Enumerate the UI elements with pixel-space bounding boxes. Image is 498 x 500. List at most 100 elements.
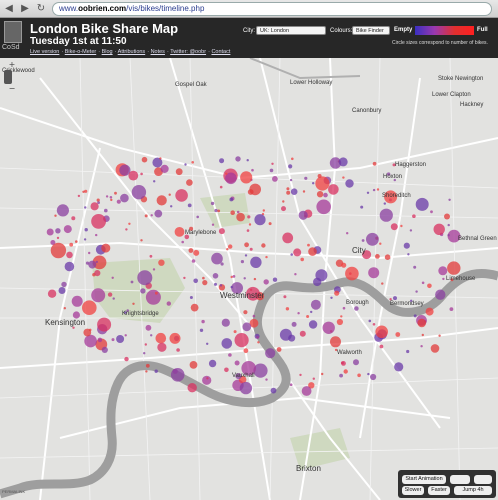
bike-station-marker[interactable] [412, 214, 416, 218]
bike-station-marker[interactable] [224, 367, 229, 373]
bike-station-marker[interactable] [342, 306, 346, 310]
bike-station-marker[interactable] [341, 361, 346, 366]
bike-station-marker[interactable] [84, 206, 87, 209]
bike-station-marker[interactable] [116, 199, 121, 204]
bike-station-marker[interactable] [330, 296, 333, 299]
bike-station-marker[interactable] [243, 310, 248, 315]
bike-station-marker[interactable] [155, 291, 158, 295]
bike-station-marker[interactable] [281, 206, 286, 212]
bike-station-marker[interactable] [54, 214, 57, 217]
bike-station-marker[interactable] [188, 248, 194, 253]
bike-station-marker[interactable] [334, 290, 340, 296]
bike-station-marker[interactable] [366, 232, 379, 246]
bike-station-marker[interactable] [288, 164, 293, 169]
bike-station-marker[interactable] [152, 268, 156, 271]
bike-station-marker[interactable] [307, 243, 310, 247]
bike-station-marker[interactable] [240, 260, 244, 264]
bike-station-marker[interactable] [435, 289, 446, 300]
bike-station-marker[interactable] [193, 278, 198, 284]
bike-station-marker[interactable] [361, 239, 365, 242]
bike-station-marker[interactable] [330, 336, 341, 348]
bike-station-marker[interactable] [85, 261, 90, 265]
bike-station-marker[interactable] [256, 335, 259, 339]
bike-station-marker[interactable] [263, 279, 269, 285]
bike-station-marker[interactable] [128, 170, 139, 181]
bike-station-marker[interactable] [379, 344, 384, 349]
bike-station-marker[interactable] [132, 302, 135, 305]
map-canvas[interactable]: Cricklewood Gospel Oak Lower Holloway St… [0, 18, 498, 500]
bike-station-marker[interactable] [286, 190, 291, 195]
reload-icon[interactable]: ↻ [34, 2, 48, 16]
bike-station-marker[interactable] [375, 325, 389, 339]
bike-station-marker[interactable] [413, 265, 417, 269]
bike-station-marker[interactable] [236, 210, 240, 214]
bike-station-marker[interactable] [244, 242, 250, 248]
bike-station-marker[interactable] [71, 295, 83, 307]
bike-station-marker[interactable] [56, 204, 69, 217]
bike-station-marker[interactable] [340, 315, 343, 318]
bike-station-marker[interactable] [191, 259, 196, 263]
bike-station-marker[interactable] [430, 344, 440, 353]
bike-station-marker[interactable] [244, 254, 248, 257]
bike-station-marker[interactable] [211, 252, 223, 265]
bike-station-marker[interactable] [175, 189, 188, 202]
bike-station-marker[interactable] [289, 383, 293, 387]
bike-station-marker[interactable] [447, 234, 450, 237]
bike-station-marker[interactable] [58, 287, 66, 294]
bike-station-marker[interactable] [46, 228, 54, 236]
bike-station-marker[interactable] [353, 359, 359, 366]
bike-station-marker[interactable] [83, 328, 92, 337]
zoom-slider-handle[interactable] [4, 70, 12, 84]
link-twitter[interactable]: Twitter: @oobr [170, 49, 206, 55]
bike-station-marker[interactable] [420, 345, 423, 348]
bike-station-marker[interactable] [368, 319, 372, 323]
bike-station-marker[interactable] [243, 348, 249, 354]
bike-station-marker[interactable] [104, 208, 108, 213]
bike-station-marker[interactable] [323, 192, 328, 198]
bike-station-marker[interactable] [141, 156, 148, 163]
bike-station-marker[interactable] [430, 210, 433, 214]
bike-station-marker[interactable] [300, 257, 305, 262]
bike-station-marker[interactable] [285, 307, 290, 311]
bike-station-marker[interactable] [107, 292, 113, 297]
bike-station-marker[interactable] [189, 361, 198, 369]
bike-station-marker[interactable] [202, 375, 212, 385]
bike-station-marker[interactable] [221, 338, 233, 349]
bike-station-marker[interactable] [406, 349, 410, 354]
bike-station-marker[interactable] [190, 303, 199, 312]
bike-station-marker[interactable] [95, 260, 99, 264]
bike-station-marker[interactable] [94, 270, 101, 277]
url-bar[interactable]: www.oobrien.com/vis/bikes/timeline.php [52, 2, 492, 16]
bike-station-marker[interactable] [394, 362, 404, 372]
bike-station-marker[interactable] [219, 284, 223, 287]
bike-station-marker[interactable] [286, 187, 290, 191]
bike-station-marker[interactable] [75, 240, 78, 243]
bike-station-marker[interactable] [262, 209, 265, 212]
bike-station-marker[interactable] [321, 372, 324, 376]
bike-station-marker[interactable] [184, 163, 187, 166]
bike-station-marker[interactable] [214, 208, 218, 213]
bike-station-marker[interactable] [169, 332, 181, 344]
bike-station-marker[interactable] [249, 247, 253, 251]
bike-station-marker[interactable] [83, 238, 87, 241]
bike-station-marker[interactable] [193, 249, 200, 256]
bike-station-marker[interactable] [265, 348, 276, 359]
blank-button-2[interactable] [474, 475, 492, 484]
bike-station-marker[interactable] [111, 338, 115, 342]
bike-station-marker[interactable] [304, 176, 308, 180]
bike-station-marker[interactable] [208, 359, 217, 368]
bike-station-marker[interactable] [293, 248, 302, 257]
bike-station-marker[interactable] [116, 335, 125, 343]
bike-station-marker[interactable] [294, 273, 297, 276]
bike-station-marker[interactable] [187, 383, 197, 393]
bike-station-marker[interactable] [56, 236, 60, 240]
bike-station-marker[interactable] [345, 266, 359, 281]
bike-station-marker[interactable] [88, 251, 91, 255]
bike-station-marker[interactable] [90, 202, 99, 211]
bike-station-marker[interactable] [261, 243, 266, 248]
bike-station-marker[interactable] [276, 347, 282, 352]
bike-station-marker[interactable] [143, 352, 146, 355]
bike-station-marker[interactable] [145, 289, 161, 305]
bike-station-marker[interactable] [341, 262, 347, 268]
bike-station-marker[interactable] [91, 214, 106, 229]
